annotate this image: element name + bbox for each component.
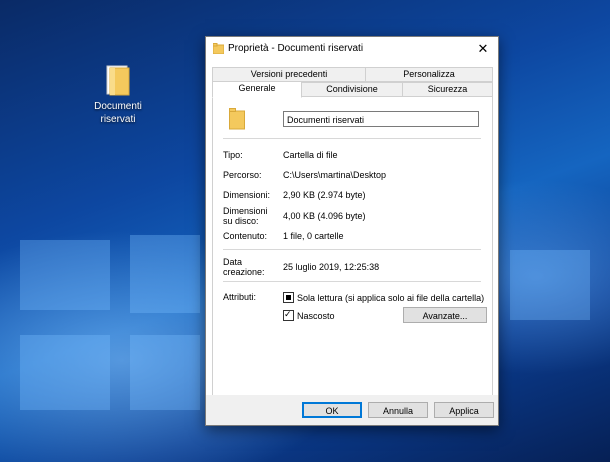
contenuto-label: Contenuto: — [223, 231, 268, 241]
contenuto-value: 1 file, 0 cartelle — [283, 231, 344, 241]
hidden-checkbox[interactable]: ✓ — [283, 309, 294, 321]
tab-bar: Versioni precedenti Personalizza General… — [212, 67, 493, 98]
title-bar[interactable]: Proprietà - Documenti riservati ✕ — [206, 37, 498, 61]
properties-dialog: Proprietà - Documenti riservati ✕ Versio… — [205, 36, 499, 426]
advanced-button[interactable]: Avanzate... — [403, 307, 487, 323]
cancel-button[interactable]: Annulla — [368, 402, 428, 418]
data-creazione-label-2: creazione: — [223, 267, 265, 277]
close-icon: ✕ — [477, 41, 489, 56]
desktop-icon-label-line2: riservati — [100, 114, 136, 125]
data-creazione-label-1: Data — [223, 257, 243, 267]
readonly-checkbox[interactable] — [283, 292, 294, 303]
folder-icon — [105, 64, 131, 96]
tab-versioni-precedenti[interactable]: Versioni precedenti — [212, 67, 366, 82]
folder-name-input[interactable]: Documenti riservati — [283, 111, 479, 127]
close-button[interactable]: ✕ — [468, 37, 498, 61]
folder-icon — [212, 43, 225, 56]
wallpaper-pane — [20, 240, 110, 310]
wallpaper-pane — [130, 235, 200, 313]
percorso-value: C:\Users\martina\Desktop — [283, 170, 387, 180]
dialog-footer: OK Annulla Applica — [206, 395, 498, 425]
readonly-label[interactable]: Sola lettura (si applica solo ai file de… — [297, 293, 484, 303]
tab-generale[interactable]: Generale — [212, 81, 302, 98]
dimensioni-value: 2,90 KB (2.974 byte) — [283, 190, 366, 200]
dialog-title: Proprietà - Documenti riservati — [228, 43, 364, 54]
dimensioni-su-disco-label-2: su disco: — [223, 216, 259, 226]
checkmark-icon: ✓ — [284, 309, 292, 319]
wallpaper-pane — [130, 335, 200, 410]
tab-personalizza[interactable]: Personalizza — [365, 67, 493, 82]
tab-condivisione[interactable]: Condivisione — [301, 82, 403, 97]
attributi-label: Attributi: — [223, 292, 257, 302]
separator — [223, 138, 481, 139]
hidden-label[interactable]: Nascosto — [297, 311, 335, 321]
indeterminate-mark-icon — [286, 295, 291, 300]
dimensioni-label: Dimensioni: — [223, 190, 271, 200]
tipo-label: Tipo: — [223, 150, 243, 160]
apply-button[interactable]: Applica — [434, 402, 494, 418]
tipo-value: Cartella di file — [283, 150, 338, 160]
ok-button[interactable]: OK — [302, 402, 362, 418]
dimensioni-su-disco-value: 4,00 KB (4.096 byte) — [283, 211, 366, 221]
desktop-icon-label-line1: Documenti — [94, 101, 142, 112]
separator — [223, 281, 481, 282]
separator — [223, 249, 481, 250]
wallpaper-pane — [510, 250, 590, 320]
percorso-label: Percorso: — [223, 170, 262, 180]
folder-icon — [229, 108, 245, 132]
general-tab-panel: Documenti riservati Tipo: Cartella di fi… — [212, 96, 493, 396]
desktop-folder-documenti-riservati[interactable]: Documenti riservati — [88, 64, 148, 126]
tab-sicurezza[interactable]: Sicurezza — [402, 82, 493, 97]
dimensioni-su-disco-label-1: Dimensioni — [223, 206, 268, 216]
data-creazione-value: 25 luglio 2019, 12:25:38 — [283, 262, 380, 272]
wallpaper-pane — [20, 335, 110, 410]
